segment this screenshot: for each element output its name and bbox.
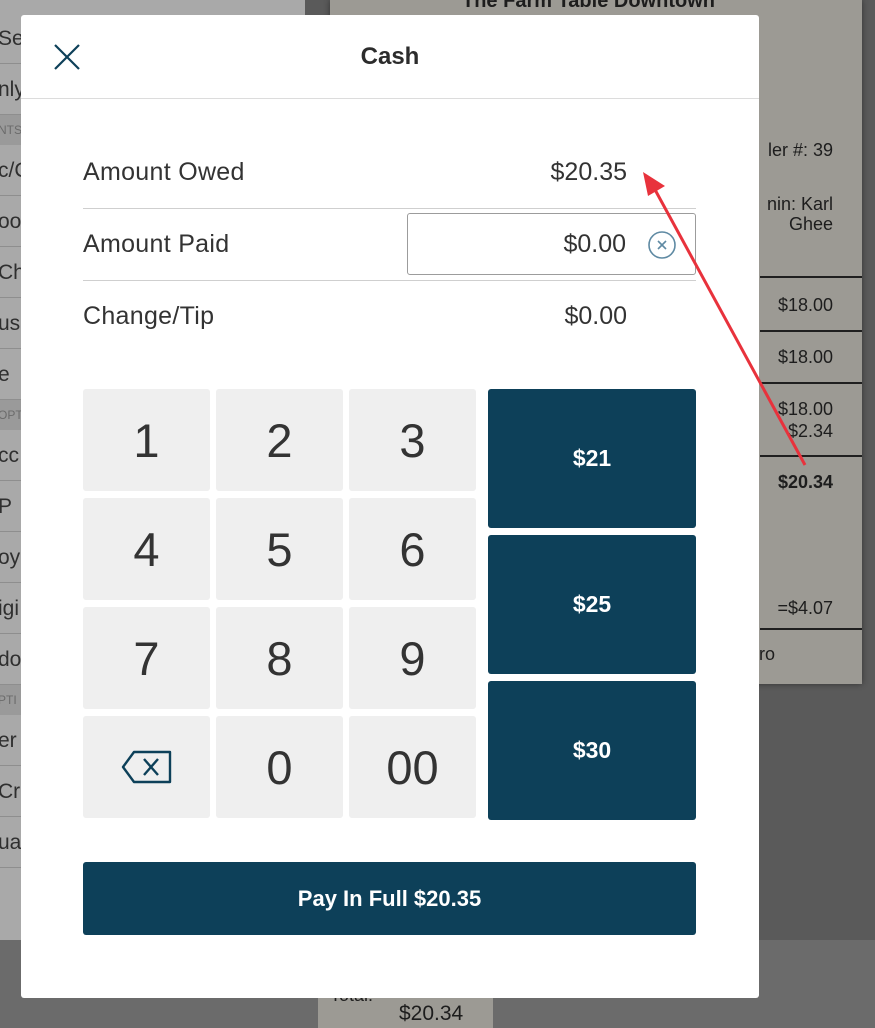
receipt-admin: nin: Karl xyxy=(766,194,833,214)
cash-modal: Cash Amount Owed $20.35 Amount Paid Chan… xyxy=(21,15,759,998)
receipt-divider xyxy=(760,628,862,630)
keypad-key-00[interactable]: 00 xyxy=(349,716,476,818)
receipt-line-amount: $18.00 xyxy=(777,295,833,315)
background-item-text: oy xyxy=(0,546,21,569)
close-button[interactable] xyxy=(49,39,85,75)
background-item-text: er xyxy=(0,729,17,752)
keypad-key-2[interactable]: 2 xyxy=(216,389,343,491)
receipt-line-amount: $18.00 xyxy=(777,399,833,419)
amount-paid-field[interactable] xyxy=(407,213,696,275)
background-item-text: PTI xyxy=(0,693,17,707)
modal-header: Cash xyxy=(21,15,759,99)
change-tip-value: $0.00 xyxy=(564,302,627,330)
background-item-text: NTS xyxy=(0,123,22,137)
modal-title: Cash xyxy=(360,43,420,70)
keypad-key-7[interactable]: 7 xyxy=(83,607,210,709)
background-item-text: igi xyxy=(0,597,20,620)
receipt-divider xyxy=(760,455,862,457)
change-tip-row: Change/Tip $0.00 xyxy=(83,280,696,352)
receipt-bottom-total: $20.34 xyxy=(399,1002,464,1025)
background-item-text: do xyxy=(0,648,22,671)
receipt-footer: ro xyxy=(759,644,776,664)
keypad-key-5[interactable]: 5 xyxy=(216,498,343,600)
background-item-text: cc xyxy=(0,444,19,467)
receipt-total: $20.34 xyxy=(777,472,833,492)
quick-amount-21-button[interactable]: $21 xyxy=(488,389,696,528)
background-item-text: OPT xyxy=(0,408,23,422)
clear-amount-button[interactable] xyxy=(647,230,677,260)
keypad-key-3[interactable]: 3 xyxy=(349,389,476,491)
receipt-tax: =$4.07 xyxy=(777,598,833,618)
amount-owed-row: Amount Owed $20.35 xyxy=(83,136,696,208)
background-item-text: oo xyxy=(0,210,22,233)
amount-paid-input[interactable] xyxy=(418,220,626,268)
receipt-line-amount: $2.34 xyxy=(787,421,833,441)
close-icon xyxy=(54,44,80,70)
amount-owed-label: Amount Owed xyxy=(83,158,245,186)
clear-circle-icon xyxy=(648,231,676,259)
background-item-text: e xyxy=(0,349,10,399)
receipt-divider xyxy=(760,276,862,278)
change-tip-label: Change/Tip xyxy=(83,302,215,330)
receipt-line-amount: $18.00 xyxy=(777,347,833,367)
receipt-divider xyxy=(760,382,862,384)
receipt-order-number: ler #: 39 xyxy=(767,140,833,160)
amount-paid-label: Amount Paid xyxy=(83,230,230,258)
receipt-admin-name: Ghee xyxy=(788,214,833,234)
keypad-key-4[interactable]: 4 xyxy=(83,498,210,600)
keypad-backspace-button[interactable] xyxy=(83,716,210,818)
pay-in-full-button[interactable]: Pay In Full $20.35 xyxy=(83,862,696,935)
keypad-key-0[interactable]: 0 xyxy=(216,716,343,818)
receipt-store-name: The Farm Table Downtown xyxy=(462,0,715,12)
receipt-divider xyxy=(760,330,862,332)
amount-owed-value: $20.35 xyxy=(550,158,627,186)
quick-amount-25-button[interactable]: $25 xyxy=(488,535,696,674)
keypad-key-8[interactable]: 8 xyxy=(216,607,343,709)
background-item-text: P xyxy=(0,481,12,531)
backspace-icon xyxy=(121,750,171,784)
keypad-key-1[interactable]: 1 xyxy=(83,389,210,491)
keypad-key-9[interactable]: 9 xyxy=(349,607,476,709)
keypad-key-6[interactable]: 6 xyxy=(349,498,476,600)
quick-amount-30-button[interactable]: $30 xyxy=(488,681,696,820)
